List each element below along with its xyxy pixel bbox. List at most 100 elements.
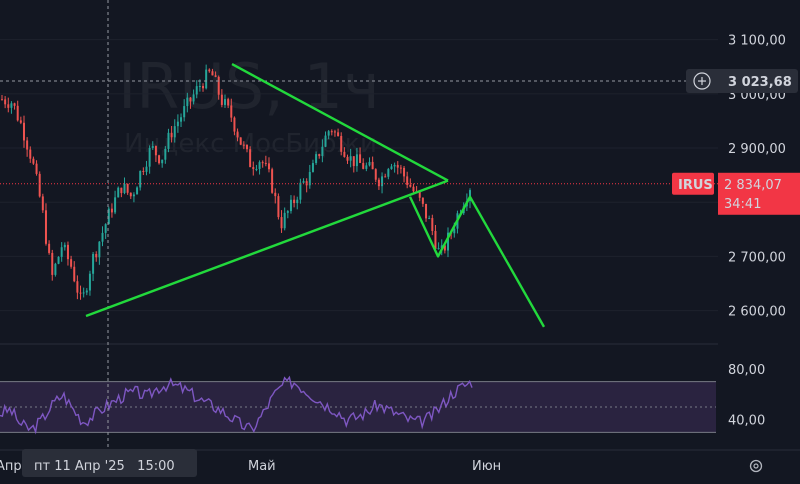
candle-body	[70, 259, 73, 267]
rsi-tick-label: 80,00	[728, 363, 765, 378]
candle-body	[333, 131, 336, 133]
candle-body	[192, 94, 195, 102]
candle-body	[195, 86, 198, 95]
candle-body	[283, 212, 286, 229]
crosshair-price: 3 023,68	[728, 75, 792, 90]
candle-body	[205, 69, 208, 89]
candle-body	[252, 167, 255, 170]
candle-body	[95, 253, 98, 258]
candle-body	[261, 162, 264, 164]
candle-body	[154, 146, 157, 156]
candle-body	[10, 103, 13, 108]
candle-body	[384, 176, 387, 178]
candle-body	[35, 163, 38, 174]
candle-body	[22, 122, 25, 141]
candle-body	[123, 183, 126, 194]
candle-body	[431, 218, 434, 231]
candle-body	[60, 247, 63, 257]
candle-body	[346, 156, 349, 161]
candle-body	[139, 170, 142, 188]
candle-body	[26, 140, 29, 150]
candle-body	[142, 170, 145, 172]
candle-body	[296, 199, 299, 204]
candle-body	[151, 146, 154, 148]
candle-body	[305, 181, 308, 186]
candle-body	[220, 94, 223, 105]
candle-body	[161, 159, 164, 164]
rsi-band	[0, 381, 716, 433]
time-tick-jun: Июн	[472, 459, 501, 474]
candle-body	[51, 252, 54, 275]
candle-body	[393, 164, 396, 167]
candle-body	[258, 162, 261, 169]
candle-body	[110, 208, 113, 213]
candle-body	[57, 256, 60, 264]
candle-body	[63, 244, 66, 248]
candle-body	[318, 154, 321, 157]
candle-body	[374, 169, 377, 180]
candle-body	[249, 149, 252, 168]
candle-body	[16, 105, 19, 121]
candle-body	[340, 135, 343, 152]
candle-body	[327, 131, 330, 136]
candle-body	[82, 292, 85, 294]
candle-body	[176, 121, 179, 127]
candle-body	[267, 163, 270, 170]
candle-body	[324, 135, 327, 147]
candle-body	[13, 103, 16, 106]
candle-body	[38, 173, 41, 197]
candle-body	[32, 158, 35, 164]
candle-body	[211, 71, 214, 76]
candle-body	[293, 199, 296, 204]
candle-body	[79, 292, 82, 294]
candle-body	[412, 186, 415, 192]
candle-body	[233, 117, 236, 132]
candle-body	[158, 155, 161, 164]
last-price-symbol: IRUS	[678, 178, 713, 193]
candle-body	[362, 162, 365, 169]
candle-body	[136, 187, 139, 195]
time-tick-may: Май	[248, 459, 276, 474]
candle-body	[255, 168, 258, 170]
candle-body	[355, 154, 358, 167]
candle-body	[437, 248, 440, 250]
candle-body	[189, 97, 192, 102]
candle-body	[129, 192, 132, 197]
candle-body	[434, 230, 437, 250]
price-tick-label: 2 900,00	[728, 142, 786, 157]
candle-body	[403, 167, 406, 177]
candle-body	[117, 187, 120, 198]
candle-body	[73, 266, 76, 282]
candle-body	[406, 176, 409, 185]
candle-body	[19, 120, 22, 123]
watermark-symbol: IRUS, 1ч	[118, 50, 380, 123]
candle-body	[390, 166, 393, 170]
candle-body	[7, 104, 10, 108]
candle-body	[132, 194, 135, 197]
candle-body	[274, 192, 277, 197]
candle-body	[114, 197, 117, 213]
candle-body	[264, 162, 267, 164]
candle-body	[48, 243, 51, 253]
candle-body	[236, 131, 239, 138]
candle-body	[202, 86, 205, 89]
candle-body	[286, 211, 289, 213]
crosshair-price-label: 3 023,68	[686, 69, 798, 94]
candle-body	[239, 137, 242, 145]
candle-body	[399, 167, 402, 169]
candle-body	[198, 86, 201, 88]
candle-body	[120, 187, 123, 194]
candle-body	[208, 69, 211, 72]
chart-root[interactable]: IRUS, 1ч Индекс МосБиржи 3 100,003 000,0…	[0, 0, 800, 484]
candle-body	[377, 179, 380, 187]
rsi-tick-label: 40,00	[728, 414, 765, 429]
candle-body	[101, 232, 104, 242]
candle-body	[164, 148, 167, 160]
candle-body	[186, 97, 189, 107]
candle-body	[315, 154, 318, 164]
price-tick-label: 2 700,00	[728, 250, 786, 265]
candle-body	[302, 181, 305, 183]
candle-body	[170, 132, 173, 138]
candle-body	[230, 105, 233, 118]
candle-body	[425, 203, 428, 219]
